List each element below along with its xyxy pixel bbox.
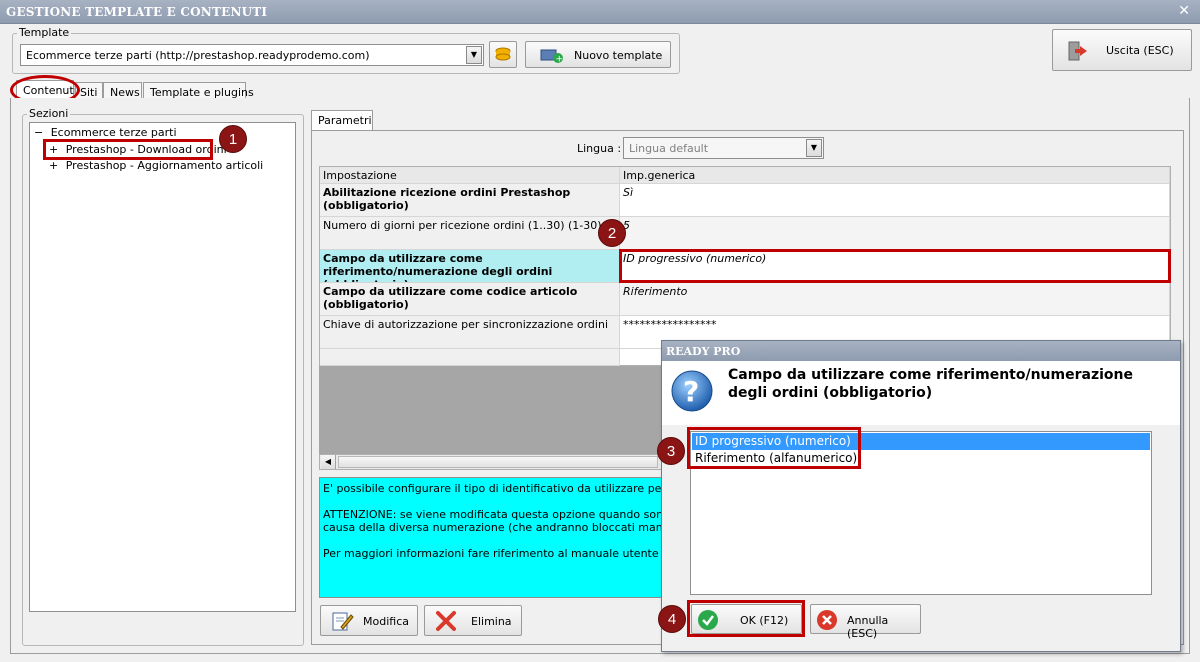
modify-button[interactable]: Modifica (320, 605, 418, 636)
horizontal-scrollbar[interactable]: ◀ (319, 454, 663, 470)
step-marker-4: 4 (658, 605, 686, 633)
new-template-button[interactable]: + Nuovo template (525, 41, 671, 68)
sections-tree: − Ecommerce terze parti + Prestashop - D… (29, 122, 296, 612)
cancel-label: Annulla (ESC) (847, 614, 889, 640)
info-line: Per maggiori informazioni fare riferimen… (323, 547, 659, 560)
info-line: ATTENZIONE: se viene modificata questa o… (323, 508, 663, 521)
dialog-question: Campo da utilizzare come riferimento/num… (728, 367, 1133, 401)
step-marker-2: 2 (598, 219, 626, 247)
sections-label: Sezioni (27, 107, 71, 120)
lingua-select[interactable]: Lingua default ▼ (623, 137, 824, 159)
exit-icon (1068, 41, 1087, 61)
new-template-label: Nuovo template (574, 49, 663, 62)
tree-expander-icon[interactable]: + (49, 159, 58, 172)
tree-expander-icon[interactable]: − (34, 126, 43, 139)
template-group-label: Template (17, 26, 72, 39)
svg-text:?: ? (683, 375, 699, 408)
header-value: Imp.generica (620, 167, 1170, 184)
edit-icon (332, 612, 354, 631)
svg-text:+: + (556, 55, 564, 64)
info-text: E' possibile configurare il tipo di iden… (319, 477, 663, 598)
row-empty (320, 349, 620, 366)
tab-parametri-label: Parametri (318, 114, 372, 127)
row-setting[interactable]: Chiave di autorizzazione per sincronizza… (320, 316, 620, 349)
exit-label: Uscita (ESC) (1106, 44, 1174, 57)
dialog-title: READY PRO (666, 345, 741, 358)
row-setting-selected[interactable]: Campo da utilizzare come riferimento/num… (320, 250, 620, 283)
new-template-icon: + (540, 49, 564, 64)
tree-root-label: Ecommerce terze parti (50, 126, 177, 139)
row-value[interactable]: Riferimento (620, 283, 1170, 316)
row-setting[interactable]: Campo da utilizzare come codice articolo… (320, 283, 620, 316)
tree-root[interactable]: − Ecommerce terze parti (34, 126, 177, 139)
window-title: GESTIONE TEMPLATE E CONTENUTI (6, 5, 268, 19)
info-line: E' possibile configurare il tipo di iden… (323, 482, 662, 495)
lingua-label: Lingua : (577, 142, 622, 155)
header-setting: Impostazione (320, 167, 620, 184)
cancel-button[interactable]: Annulla (ESC) (810, 604, 921, 640)
tree-item-aggiornamento-articoli[interactable]: + Prestashop - Aggiornamento articoli (49, 159, 263, 172)
template-select-value: Ecommerce terze parti (http://prestashop… (26, 49, 370, 62)
info-line: causa della diversa numerazione (che and… (323, 521, 663, 534)
delete-icon (436, 611, 456, 631)
template-select[interactable]: Ecommerce terze parti (http://prestashop… (20, 44, 484, 66)
dialog-titlebar: READY PRO (662, 341, 1180, 361)
scroll-left-icon[interactable]: ◀ (321, 455, 336, 469)
annotation-box-4 (687, 600, 805, 637)
grid-empty-area (319, 366, 663, 454)
close-icon[interactable]: ✕ (1178, 3, 1190, 19)
annotation-box-1 (43, 139, 213, 160)
cancel-icon (817, 610, 837, 630)
tab-parametri[interactable]: Parametri (311, 110, 373, 132)
annotation-box-3 (687, 427, 861, 469)
window-titlebar: GESTIONE TEMPLATE E CONTENUTI ✕ (0, 0, 1200, 24)
chevron-down-icon[interactable]: ▼ (806, 139, 822, 157)
row-setting[interactable]: Abilitazione ricezione ordini Prestashop… (320, 184, 620, 217)
delete-button[interactable]: Elimina (424, 605, 522, 636)
delete-label: Elimina (471, 615, 512, 628)
row-value[interactable]: 5 (620, 217, 1170, 250)
database-icon (495, 47, 511, 61)
lingua-select-value: Lingua default (629, 142, 709, 155)
open-template-button[interactable] (489, 41, 517, 68)
question-icon: ? (671, 370, 713, 412)
row-value[interactable]: Sì (620, 184, 1170, 217)
chevron-down-icon[interactable]: ▼ (466, 46, 482, 64)
scroll-thumb[interactable] (338, 456, 658, 468)
exit-button[interactable]: Uscita (ESC) (1052, 29, 1192, 71)
row-setting[interactable]: Numero di giorni per ricezione ordini (1… (320, 217, 620, 250)
step-marker-1: 1 (219, 125, 247, 153)
tree-item-label: Prestashop - Aggiornamento articoli (65, 159, 264, 172)
modify-label: Modifica (363, 615, 409, 628)
annotation-box-2 (619, 249, 1171, 283)
step-marker-3: 3 (657, 437, 685, 465)
